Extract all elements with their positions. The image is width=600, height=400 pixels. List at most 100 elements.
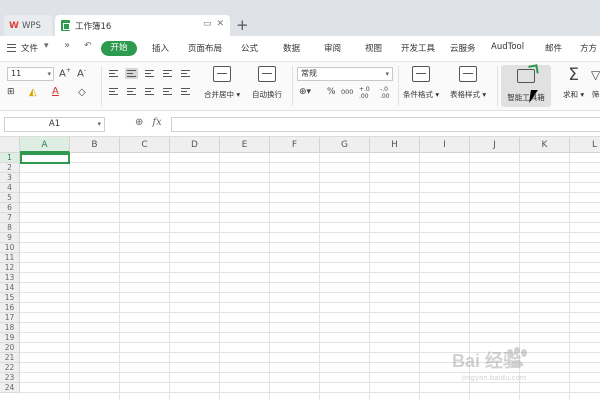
column-header[interactable]: F xyxy=(270,137,320,153)
row-header[interactable]: 3 xyxy=(0,173,20,183)
percent-icon[interactable]: % xyxy=(327,87,336,97)
column-header[interactable]: E xyxy=(220,137,270,153)
decrease-decimal-icon[interactable]: -.0 .00 xyxy=(380,86,396,100)
new-tab-button[interactable]: + xyxy=(236,16,249,34)
align-middle-button[interactable] xyxy=(125,68,138,79)
wrap-text-button[interactable]: 自动换行 xyxy=(252,66,282,100)
merge-cells-icon xyxy=(213,66,232,82)
tab-wps-home[interactable]: W WPS xyxy=(4,15,52,36)
column-header[interactable]: J xyxy=(470,137,520,153)
sum-button[interactable]: Σ 求和 ▾ xyxy=(563,66,584,100)
font-size-select[interactable]: 11 ▾ xyxy=(7,67,54,81)
close-tab-icon[interactable]: ✕ xyxy=(216,19,224,29)
align-right-button[interactable] xyxy=(143,86,156,97)
column-header[interactable]: C xyxy=(120,137,170,153)
row-header[interactable]: 20 xyxy=(0,343,20,353)
align-top-button[interactable] xyxy=(107,68,120,79)
currency-icon[interactable]: ⊕▾ xyxy=(299,87,311,97)
increase-font-icon[interactable]: A+ xyxy=(59,67,71,79)
tab-page-layout[interactable]: 页面布局 xyxy=(188,42,222,54)
active-cell[interactable] xyxy=(20,153,70,164)
number-format-value: 常规 xyxy=(301,69,317,78)
align-bottom-button[interactable] xyxy=(143,68,156,79)
column-header[interactable]: D xyxy=(170,137,220,153)
tab-start[interactable]: 开始 xyxy=(101,41,137,56)
row-header[interactable]: 18 xyxy=(0,323,20,333)
tab-fangfang[interactable]: 方方 xyxy=(580,42,597,54)
row-header[interactable]: 17 xyxy=(0,313,20,323)
column-header[interactable]: B xyxy=(70,137,120,153)
row-header[interactable]: 2 xyxy=(0,163,20,173)
row-header[interactable]: 8 xyxy=(0,223,20,233)
filter-button[interactable]: ▽ 筛 xyxy=(591,66,600,100)
row-header[interactable]: 16 xyxy=(0,303,20,313)
tab-insert[interactable]: 插入 xyxy=(152,42,169,54)
column-header[interactable]: H xyxy=(370,137,420,153)
row-header[interactable]: 23 xyxy=(0,373,20,383)
column-header[interactable]: L xyxy=(570,137,600,153)
tab-document[interactable]: 工作簿16 ▭ ✕ xyxy=(55,15,230,36)
tab-dev-tools[interactable]: 开发工具 xyxy=(401,42,435,54)
chevron-down-icon[interactable]: ▾ xyxy=(44,41,49,51)
indent-increase-button[interactable] xyxy=(179,68,192,79)
number-format-select[interactable]: 常规 ▾ xyxy=(297,67,393,81)
menu-file[interactable]: 文件 xyxy=(21,42,38,54)
row-header[interactable]: 13 xyxy=(0,273,20,283)
row-header[interactable]: 10 xyxy=(0,243,20,253)
justify-button[interactable] xyxy=(161,86,174,97)
row-header[interactable]: 1 xyxy=(0,153,20,163)
row-header[interactable]: 9 xyxy=(0,233,20,243)
distributed-align-button[interactable] xyxy=(179,86,192,97)
clear-format-icon[interactable]: ◇ xyxy=(78,87,86,98)
tab-view[interactable]: 视图 xyxy=(365,42,382,54)
column-header[interactable]: G xyxy=(320,137,370,153)
fill-color-icon[interactable]: ◭ xyxy=(29,87,37,98)
function-icon[interactable]: fx xyxy=(152,117,161,128)
row-header[interactable]: 6 xyxy=(0,203,20,213)
row-header[interactable]: 24 xyxy=(0,383,20,393)
zoom-search-icon[interactable]: ⊕ xyxy=(135,117,143,128)
row-header[interactable]: 14 xyxy=(0,283,20,293)
conditional-format-button[interactable]: 条件格式 ▾ xyxy=(403,66,439,100)
font-color-icon[interactable]: A xyxy=(52,86,59,97)
row-header[interactable]: 21 xyxy=(0,353,20,363)
tab-formula[interactable]: 公式 xyxy=(241,42,258,54)
name-box[interactable]: A1 ▾ xyxy=(4,117,105,132)
conditional-format-label: 条件格式 ▾ xyxy=(403,90,440,99)
row-header[interactable]: 12 xyxy=(0,263,20,273)
indent-decrease-button[interactable] xyxy=(161,68,174,79)
tab-review[interactable]: 审阅 xyxy=(324,42,341,54)
table-style-button[interactable]: 表格样式 ▾ xyxy=(450,66,486,100)
screen-icon[interactable]: ▭ xyxy=(203,19,212,29)
formula-input[interactable] xyxy=(171,117,600,132)
row-header[interactable]: 19 xyxy=(0,333,20,343)
hamburger-icon[interactable] xyxy=(7,44,16,52)
row-header[interactable]: 15 xyxy=(0,293,20,303)
row-header[interactable]: 7 xyxy=(0,213,20,223)
border-icon[interactable]: ⊞ xyxy=(7,87,15,97)
align-center-button[interactable] xyxy=(125,86,138,97)
merge-center-button[interactable]: 合并居中 ▾ xyxy=(204,66,240,100)
conditional-format-icon xyxy=(412,66,431,82)
tab-data[interactable]: 数据 xyxy=(283,42,300,54)
smart-toolbox-button[interactable]: 智能工具箱 xyxy=(501,65,551,107)
divider xyxy=(101,66,102,106)
tab-mail[interactable]: 邮件 xyxy=(545,42,562,54)
tab-wps-label: WPS xyxy=(21,20,41,31)
tab-audtool[interactable]: AudTool xyxy=(491,42,524,52)
column-header[interactable]: A xyxy=(20,137,70,153)
decrease-font-icon[interactable]: A- xyxy=(77,67,86,79)
more-menu-icon[interactable]: » xyxy=(64,40,70,51)
row-header[interactable]: 11 xyxy=(0,253,20,263)
thousands-separator-icon[interactable]: 000 xyxy=(341,88,353,96)
row-header[interactable]: 22 xyxy=(0,363,20,373)
undo-icon[interactable]: ↶ xyxy=(84,41,92,51)
row-header[interactable]: 5 xyxy=(0,193,20,203)
column-header[interactable]: K xyxy=(520,137,570,153)
row-header[interactable]: 4 xyxy=(0,183,20,193)
select-all-corner[interactable] xyxy=(0,137,20,153)
column-header[interactable]: I xyxy=(420,137,470,153)
align-left-button[interactable] xyxy=(107,86,120,97)
tab-cloud-service[interactable]: 云服务 xyxy=(450,42,476,54)
increase-decimal-icon[interactable]: +.0 .00 xyxy=(359,86,375,100)
